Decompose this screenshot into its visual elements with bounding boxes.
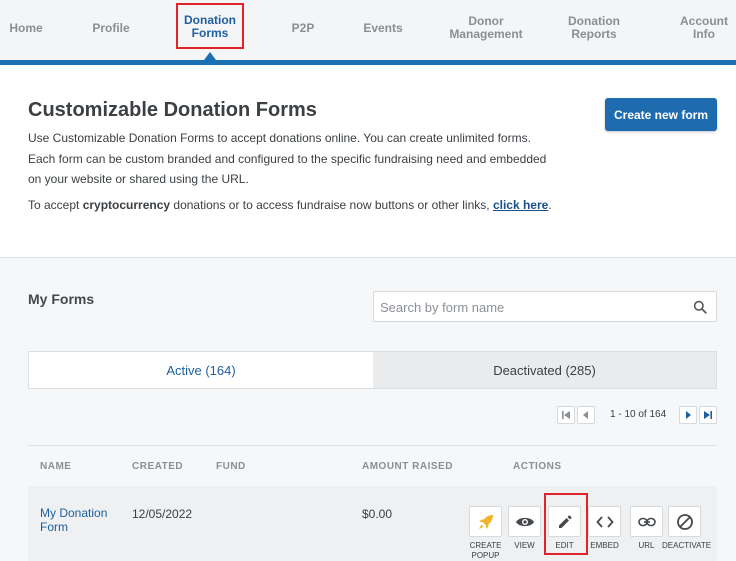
view-label: VIEW (514, 541, 535, 550)
page-header: Customizable Donation Forms Use Customiz… (0, 65, 736, 257)
edit-highlight-box (544, 493, 588, 555)
form-status-tabs: Active (164) Deactivated (285) (28, 351, 717, 389)
view-button[interactable] (508, 506, 541, 537)
next-page-icon (686, 411, 691, 419)
nav-home[interactable]: Home (0, 0, 52, 56)
crypto-middle: donations or to access fundraise now but… (170, 198, 493, 212)
search-box (373, 291, 717, 322)
embed-label: EMBED (590, 541, 619, 550)
first-page-icon (562, 411, 570, 419)
search-input[interactable] (380, 297, 680, 317)
tab-active[interactable]: Active (164) (29, 352, 373, 388)
last-page-button[interactable] (699, 406, 717, 424)
my-forms-heading: My Forms (28, 291, 95, 307)
column-header-fund[interactable]: FUND (216, 461, 246, 472)
table-divider (28, 445, 717, 446)
url-label: URL (638, 541, 655, 550)
nav-donor-management[interactable]: Donor Management (444, 0, 528, 56)
create-popup-label: CREATE POPUP (469, 541, 502, 560)
pagination-range: 1 - 10 of 164 (610, 409, 667, 420)
next-page-button[interactable] (679, 406, 697, 424)
active-nav-caret (204, 52, 216, 60)
form-created-date: 12/05/2022 (132, 507, 193, 521)
top-navigation: Home Profile Donation Forms P2P Events D… (0, 0, 736, 60)
prev-page-icon (583, 411, 588, 419)
nav-donation-reports[interactable]: Donation Reports (556, 0, 632, 56)
crypto-note: To accept cryptocurrency donations or to… (28, 198, 552, 212)
eye-icon (515, 517, 534, 526)
page-title: Customizable Donation Forms (28, 99, 317, 121)
nav-highlight-box (176, 3, 244, 49)
form-name-link[interactable]: My Donation Form (40, 506, 120, 534)
nav-profile[interactable]: Profile (82, 0, 140, 56)
crypto-bold: cryptocurrency (82, 198, 171, 212)
embed-button[interactable] (588, 506, 621, 537)
search-icon[interactable] (693, 300, 707, 314)
form-amount-raised: $0.00 (362, 507, 393, 521)
create-popup-button[interactable] (469, 506, 502, 537)
first-page-button[interactable] (557, 406, 575, 424)
ban-icon (676, 513, 693, 530)
tab-deactivated[interactable]: Deactivated (285) (373, 352, 716, 388)
deactivate-label: DEACTIVATE (662, 541, 712, 550)
column-header-name[interactable]: NAME (40, 461, 71, 472)
column-header-amount-raised[interactable]: AMOUNT RAISED (362, 461, 453, 472)
code-icon (595, 515, 614, 528)
prev-page-button[interactable] (577, 406, 595, 424)
nav-p2p[interactable]: P2P (280, 0, 326, 56)
nav-account-info[interactable]: Account Info (672, 0, 736, 56)
column-header-created[interactable]: CREATED (132, 461, 183, 472)
crypto-prefix: To accept (28, 198, 83, 212)
nav-events[interactable]: Events (356, 0, 410, 56)
column-header-actions: ACTIONS (513, 461, 562, 472)
link-icon (637, 517, 656, 526)
rocket-icon (478, 514, 493, 529)
create-new-form-button[interactable]: Create new form (605, 98, 717, 131)
url-button[interactable] (630, 506, 663, 537)
last-page-icon (704, 411, 712, 419)
click-here-link[interactable]: click here (493, 198, 548, 212)
deactivate-button[interactable] (668, 506, 701, 537)
crypto-suffix: . (548, 198, 552, 212)
page-description: Use Customizable Donation Forms to accep… (28, 131, 547, 186)
